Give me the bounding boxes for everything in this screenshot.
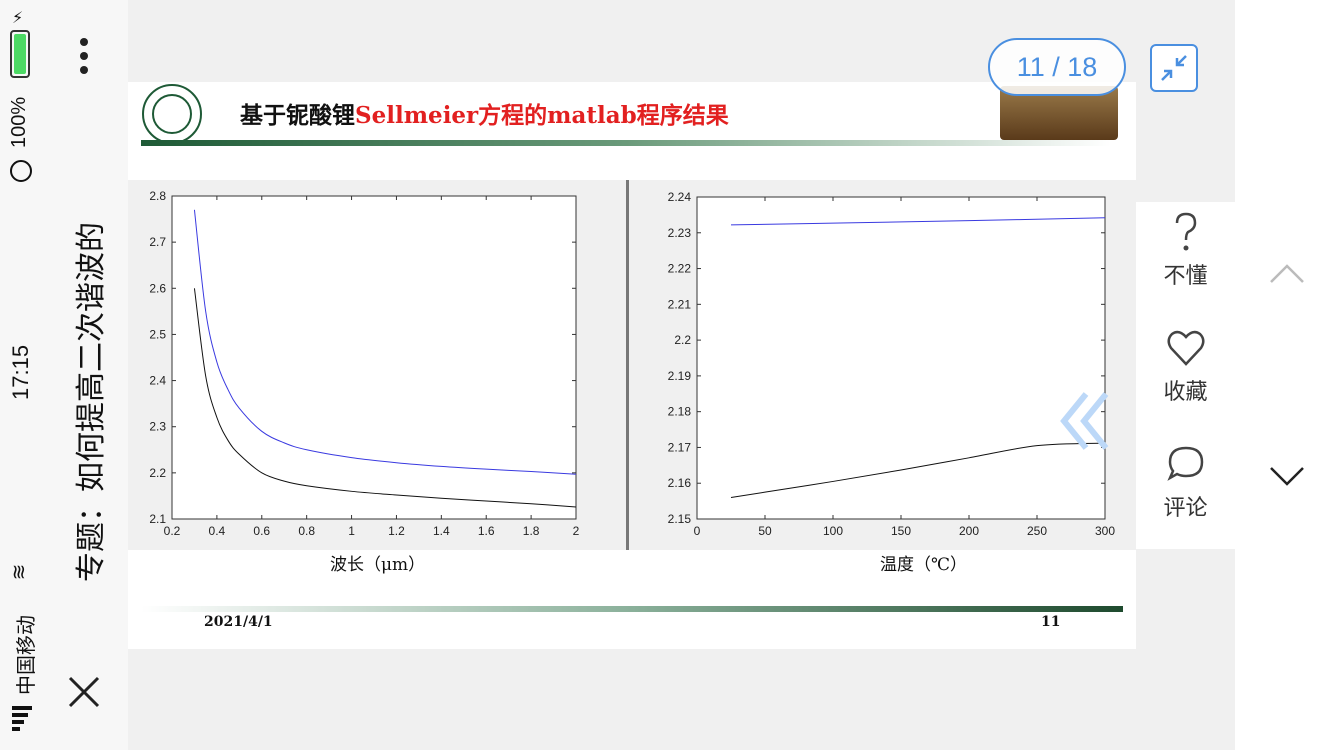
temperature-ytick-label: 2.16 — [668, 476, 692, 490]
charging-icon: ⚡ — [12, 8, 24, 27]
wavelength-xtick-label: 1.2 — [388, 524, 405, 538]
temperature-ytick-label: 2.19 — [668, 369, 692, 383]
slide-title: 基于铌酸锂Sellmeier方程的matlab程序结果 — [240, 96, 729, 130]
favorite-button[interactable]: 收藏 — [1136, 326, 1235, 406]
slide-title-prefix: 基于铌酸锂 — [240, 102, 355, 129]
temperature-chart: 0 50 100 150 200 250 300 2.15 2.16 2.17 2.18 2.19 2.… — [668, 190, 1116, 538]
comment-button[interactable]: 评论 — [1136, 442, 1235, 522]
wavelength-xtick-label: 1.4 — [433, 524, 450, 538]
heart-icon — [1167, 330, 1204, 366]
wavelength-xtick-label: 0.6 — [253, 524, 270, 538]
temperature-ytick-label: 2.15 — [668, 512, 692, 526]
wavelength-ytick-label: 2.4 — [149, 374, 166, 388]
temperature-plot-area — [696, 196, 1106, 520]
footer-divider — [141, 606, 1123, 612]
wavelength-ytick-label: 2.8 — [149, 189, 166, 203]
temperature-ytick-label: 2.21 — [668, 297, 692, 311]
slide-number: 11 — [1041, 614, 1061, 630]
wavelength-xtick-label: 1 — [348, 524, 355, 538]
more-icon[interactable] — [80, 38, 88, 74]
university-logo — [142, 84, 202, 144]
wavelength-xtick-label: 1.6 — [478, 524, 495, 538]
wavelength-xtick-label: 0.8 — [298, 524, 315, 538]
chart-panel-wavelength: 0.2 0.4 0.6 0.8 1 1.2 1.4 1.6 1.8 2 2.1 2.2 2.3 2.4 2.… — [128, 180, 626, 550]
title-bar: 专题：如何提高二次谐波的 — [44, 0, 128, 750]
xlabel-temperature: 温度（℃） — [880, 555, 968, 575]
exit-fullscreen-button[interactable] — [1150, 44, 1198, 92]
status-bar: 17:15 100% ⚡ 中国移动 ≋ — [0, 0, 44, 750]
temperature-ytick-label: 2.18 — [668, 405, 692, 419]
wavelength-xtick-label: 0.4 — [209, 524, 226, 538]
page-indicator: 11 / 18 — [988, 38, 1126, 96]
slide: 基于铌酸锂Sellmeier方程的matlab程序结果 0.2 0.4 0.6 0.8… — [128, 82, 1136, 649]
double-chevron-left-icon — [1060, 392, 1109, 450]
lock-rotation-icon — [10, 160, 32, 182]
temperature-ytick-label: 2.23 — [668, 226, 692, 240]
temperature-ytick-label: 2.2 — [674, 333, 691, 347]
battery-icon — [10, 30, 30, 78]
chevron-up-icon[interactable] — [1267, 262, 1307, 286]
slide-date: 2021/4/1 — [204, 614, 273, 630]
doc-title: 专题：如何提高二次谐波的 — [74, 222, 109, 582]
comment-label: 评论 — [1163, 496, 1208, 521]
wifi-icon: ≋ — [6, 563, 31, 581]
comment-icon — [1166, 446, 1203, 481]
wavelength-ytick-label: 2.5 — [149, 327, 166, 341]
status-battery-text: 100% — [8, 96, 30, 148]
temperature-xtick-label: 300 — [1095, 524, 1115, 538]
action-panel: 不懂 收藏 评论 — [1136, 202, 1235, 549]
signal-icon — [12, 706, 32, 731]
wavelength-xtick-label: 0.2 — [164, 524, 181, 538]
status-time: 17:15 — [8, 344, 33, 400]
not-understand-label: 不懂 — [1163, 264, 1208, 289]
wavelength-chart: 0.2 0.4 0.6 0.8 1 1.2 1.4 1.6 1.8 2 2.1 2.2 2.3 2.4 2.… — [149, 189, 580, 538]
wavelength-xtick-label: 2 — [573, 524, 580, 538]
temperature-xtick-label: 50 — [758, 524, 772, 538]
temperature-ytick-label: 2.22 — [668, 262, 692, 276]
temperature-xtick-label: 150 — [891, 524, 911, 538]
status-carrier: 中国移动 — [16, 615, 38, 695]
wavelength-ytick-label: 2.2 — [149, 466, 166, 480]
temperature-xtick-label: 250 — [1027, 524, 1047, 538]
slide-nav — [1235, 0, 1334, 750]
previous-slide-button[interactable] — [1056, 388, 1116, 454]
xlabel-wavelength: 波长（μm） — [330, 555, 426, 575]
temperature-xtick-label: 0 — [694, 524, 701, 538]
wavelength-ytick-label: 2.3 — [149, 420, 166, 434]
question-icon — [1175, 212, 1196, 251]
shrink-icon — [1161, 55, 1187, 81]
slide-title-highlight: Sellmeier方程的matlab程序结果 — [355, 102, 729, 129]
chevron-down-icon[interactable] — [1267, 464, 1307, 488]
favorite-label: 收藏 — [1163, 380, 1208, 405]
temperature-ytick-label: 2.17 — [668, 440, 692, 454]
wavelength-ytick-label: 2.6 — [149, 281, 166, 295]
wavelength-ytick-label: 2.1 — [149, 512, 166, 526]
not-understand-button[interactable]: 不懂 — [1136, 210, 1235, 290]
header-divider — [141, 140, 1111, 146]
temperature-ytick-label: 2.24 — [668, 190, 692, 204]
wavelength-xtick-label: 1.8 — [523, 524, 540, 538]
wavelength-ytick-label: 2.7 — [149, 235, 166, 249]
temperature-xtick-label: 100 — [823, 524, 843, 538]
close-icon[interactable] — [66, 674, 102, 710]
chart-panel-temperature: 0 50 100 150 200 250 300 2.15 2.16 2.17 2.18 2.19 2.… — [629, 180, 1136, 550]
temperature-xtick-label: 200 — [959, 524, 979, 538]
